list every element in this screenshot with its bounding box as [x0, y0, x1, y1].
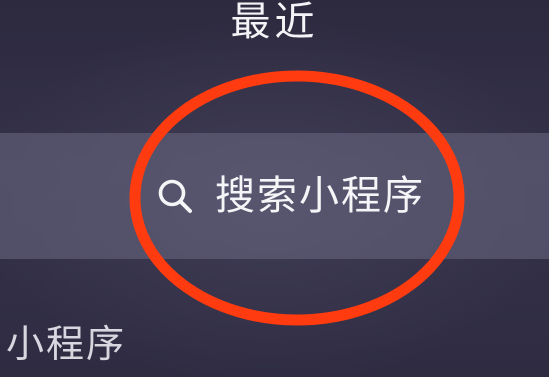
mini-program-drawer: 最近 搜索小程序 小程序 — [0, 0, 549, 377]
recent-title: 最近 — [230, 0, 319, 45]
mini-programs-section-title: 小程序 — [6, 322, 127, 366]
search-mini-program-bar[interactable]: 搜索小程序 — [0, 133, 549, 259]
search-icon — [158, 179, 192, 213]
search-mini-program-label[interactable]: 搜索小程序 — [215, 173, 425, 219]
search-bar-content[interactable]: 搜索小程序 — [155, 173, 425, 219]
